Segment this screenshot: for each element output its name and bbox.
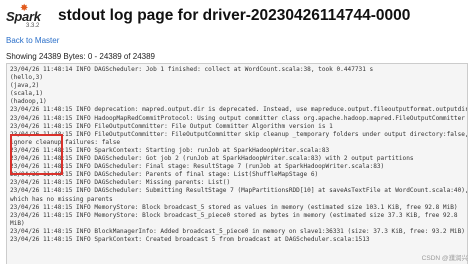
log-line: which has no missing parents [10, 195, 113, 203]
log-line: 23/04/26 11:48:15 INFO FileOutputCommitt… [10, 122, 333, 130]
log-line: (hadoop,1) [10, 98, 47, 106]
log-line: 23/04/26 11:48:15 INFO DAGScheduler: Par… [10, 171, 319, 179]
spark-logo-word: Spark [6, 9, 41, 24]
log-line: (hello,3) [10, 74, 44, 82]
log-line: (java,2) [10, 82, 40, 90]
log-line: 23/04/26 11:48:15 INFO DAGScheduler: Got… [10, 155, 414, 163]
log-line: 23/04/26 11:48:15 INFO DAGScheduler: Fin… [10, 163, 385, 171]
log-line: 23/04/26 11:48:15 INFO DAGScheduler: Mis… [10, 179, 231, 187]
log-output-panel[interactable]: 23/04/26 11:48:14 INFO DAGScheduler: Job… [6, 63, 468, 264]
bytes-range-status: Showing 24389 Bytes: 0 - 24389 of 24389 [6, 52, 155, 61]
log-line: ignore cleanup failures: false [10, 138, 121, 146]
spark-version: 3.3.2 [26, 23, 40, 29]
log-line: 23/04/26 11:48:15 INFO HadoopMapRedCommi… [10, 114, 465, 122]
page-title: stdout log page for driver-2023042611474… [58, 7, 411, 24]
log-line: 23/04/26 11:48:15 INFO SparkContext: Cre… [10, 235, 370, 243]
output-highlight-box [10, 134, 63, 175]
log-line: 23/04/26 11:48:15 INFO FileOutputCommitt… [10, 130, 468, 138]
log-line: 23/04/26 11:48:15 INFO DAGScheduler: Sub… [10, 187, 468, 195]
spark-logo[interactable]: ✸ Spark 3.3.2 [6, 4, 42, 30]
watermark: CSDN @濮润兴 [421, 255, 468, 262]
log-line: 23/04/26 11:48:15 INFO SparkContext: Sta… [10, 146, 330, 154]
back-to-master-link[interactable]: Back to Master [6, 36, 59, 45]
log-line: 23/04/26 11:48:15 INFO MemoryStore: Bloc… [10, 203, 458, 211]
log-line: 23/04/26 11:48:15 INFO deprecation: mapr… [10, 106, 468, 114]
log-line: 23/04/26 11:48:15 INFO MemoryStore: Bloc… [10, 211, 458, 219]
log-line: (scala,1) [10, 90, 44, 98]
log-line: 23/04/26 11:48:14 INFO DAGScheduler: Job… [10, 66, 374, 73]
log-line: MiB) [10, 219, 25, 227]
log-line: 23/04/26 11:48:15 INFO BlockManagerInfo:… [10, 227, 465, 235]
page-header: ✸ Spark 3.3.2 stdout log page for driver… [0, 0, 474, 32]
log-lines: 23/04/26 11:48:14 INFO DAGScheduler: Job… [7, 64, 467, 244]
